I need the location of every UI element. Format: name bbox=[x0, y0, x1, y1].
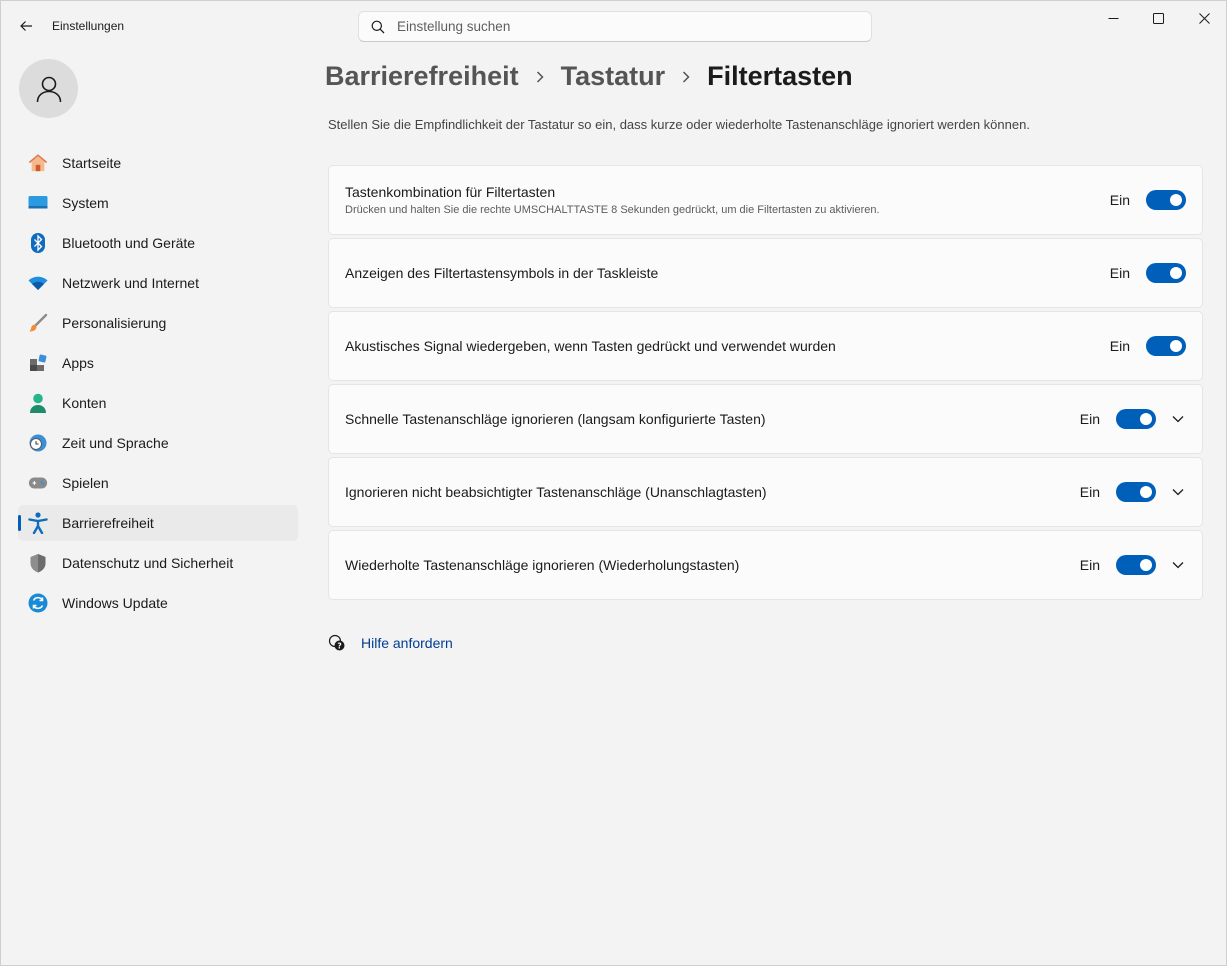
brush-icon bbox=[28, 313, 48, 333]
sidebar-item-datenschutz[interactable]: Datenschutz und Sicherheit bbox=[18, 545, 298, 581]
sidebar-item-label: Personalisierung bbox=[62, 315, 167, 331]
breadcrumb: Barrierefreiheit Tastatur Filtertasten bbox=[325, 61, 853, 92]
sidebar-item-label: Startseite bbox=[62, 155, 122, 171]
avatar[interactable] bbox=[19, 59, 78, 118]
sidebar-item-startseite[interactable]: Startseite bbox=[18, 145, 298, 181]
bluetooth-icon bbox=[28, 233, 48, 253]
breadcrumb-item-barrierefreiheit[interactable]: Barrierefreiheit bbox=[325, 61, 519, 92]
sidebar-item-konten[interactable]: Konten bbox=[18, 385, 298, 421]
breadcrumb-item-tastatur[interactable]: Tastatur bbox=[561, 61, 666, 92]
shield-icon bbox=[28, 553, 48, 573]
help-link[interactable]: ? Hilfe anfordern bbox=[328, 634, 453, 652]
settings-list: Tastenkombination für Filtertasten Drück… bbox=[328, 165, 1203, 603]
sidebar-item-label: System bbox=[62, 195, 109, 211]
setting-card-bounce-keys[interactable]: Ignorieren nicht beabsichtigter Tastenan… bbox=[328, 457, 1203, 527]
sidebar-item-label: Netzwerk und Internet bbox=[62, 275, 199, 291]
toggle-switch[interactable] bbox=[1116, 555, 1156, 575]
sidebar-item-label: Barrierefreiheit bbox=[62, 515, 154, 531]
toggle-state-label: Ein bbox=[1079, 411, 1100, 427]
clock-globe-icon bbox=[28, 433, 48, 453]
toggle-state-label: Ein bbox=[1079, 484, 1100, 500]
maximize-icon bbox=[1152, 12, 1164, 24]
setting-title: Wiederholte Tastenanschläge ignorieren (… bbox=[345, 557, 740, 573]
maximize-button[interactable] bbox=[1135, 1, 1181, 35]
gamepad-icon bbox=[28, 473, 48, 493]
setting-card-slow-keys[interactable]: Schnelle Tastenanschläge ignorieren (lan… bbox=[328, 384, 1203, 454]
setting-card-repeat-keys[interactable]: Wiederholte Tastenanschläge ignorieren (… bbox=[328, 530, 1203, 600]
setting-title: Anzeigen des Filtertastensymbols in der … bbox=[345, 265, 659, 281]
sidebar-item-label: Apps bbox=[62, 355, 94, 371]
setting-title: Ignorieren nicht beabsichtigter Tastenan… bbox=[345, 484, 767, 500]
minimize-icon bbox=[1108, 17, 1118, 19]
account-icon bbox=[28, 393, 48, 413]
sidebar-item-apps[interactable]: Apps bbox=[18, 345, 298, 381]
sidebar-item-personalisierung[interactable]: Personalisierung bbox=[18, 305, 298, 341]
sidebar-item-label: Spielen bbox=[62, 475, 109, 491]
toggle-state-label: Ein bbox=[1109, 338, 1130, 354]
chevron-down-icon[interactable] bbox=[1170, 557, 1186, 573]
toggle-switch[interactable] bbox=[1146, 263, 1186, 283]
setting-title: Tastenkombination für Filtertasten bbox=[345, 184, 556, 200]
home-icon bbox=[28, 153, 48, 173]
sidebar-nav: Startseite System Bluetooth und Geräte N… bbox=[18, 145, 298, 625]
sidebar-item-windows-update[interactable]: Windows Update bbox=[18, 585, 298, 621]
toggle-state-label: Ein bbox=[1109, 192, 1130, 208]
toggle-switch[interactable] bbox=[1146, 336, 1186, 356]
sidebar-item-system[interactable]: System bbox=[18, 185, 298, 221]
toggle-state-label: Ein bbox=[1109, 265, 1130, 281]
sidebar-item-label: Windows Update bbox=[62, 595, 168, 611]
settings-window: Einstellungen Einstellung suchen Startse… bbox=[0, 0, 1227, 966]
svg-text:?: ? bbox=[337, 641, 341, 650]
sidebar-item-barrierefreiheit[interactable]: Barrierefreiheit bbox=[18, 505, 298, 541]
page-description: Stellen Sie die Empfindlichkeit der Tast… bbox=[328, 117, 1030, 132]
apps-icon bbox=[28, 353, 48, 373]
sidebar-item-label: Konten bbox=[62, 395, 107, 411]
app-title: Einstellungen bbox=[52, 19, 125, 33]
search-box[interactable] bbox=[358, 11, 872, 42]
search-icon bbox=[371, 20, 385, 33]
back-button[interactable] bbox=[11, 11, 41, 41]
sidebar-item-label: Bluetooth und Geräte bbox=[62, 235, 196, 251]
chevron-down-icon[interactable] bbox=[1170, 484, 1186, 500]
sidebar-item-spielen[interactable]: Spielen bbox=[18, 465, 298, 501]
close-button[interactable] bbox=[1181, 1, 1227, 35]
help-chat-icon: ? bbox=[328, 634, 345, 651]
setting-title: Schnelle Tastenanschläge ignorieren (lan… bbox=[345, 411, 766, 427]
search-input[interactable] bbox=[397, 19, 837, 34]
chevron-right-icon bbox=[535, 70, 545, 84]
close-icon bbox=[1198, 12, 1210, 24]
back-arrow-icon bbox=[20, 21, 32, 31]
toggle-state-label: Ein bbox=[1079, 557, 1100, 573]
setting-card-shortcut: Tastenkombination für Filtertasten Drück… bbox=[328, 165, 1203, 235]
setting-card-sound: Akustisches Signal wiedergeben, wenn Tas… bbox=[328, 311, 1203, 381]
toggle-switch[interactable] bbox=[1116, 409, 1156, 429]
system-icon bbox=[28, 193, 48, 213]
sidebar-item-bluetooth[interactable]: Bluetooth und Geräte bbox=[18, 225, 298, 261]
setting-card-taskbar-icon: Anzeigen des Filtertastensymbols in der … bbox=[328, 238, 1203, 308]
chevron-down-icon[interactable] bbox=[1170, 411, 1186, 427]
page-title: Filtertasten bbox=[707, 61, 853, 91]
title-bar: Einstellungen bbox=[1, 1, 1226, 49]
toggle-switch[interactable] bbox=[1116, 482, 1156, 502]
help-link-label: Hilfe anfordern bbox=[361, 635, 453, 651]
chevron-right-icon bbox=[681, 70, 691, 84]
update-icon bbox=[28, 593, 48, 613]
minimize-button[interactable] bbox=[1090, 1, 1136, 35]
sidebar-item-label: Zeit und Sprache bbox=[62, 435, 169, 451]
toggle-switch[interactable] bbox=[1146, 190, 1186, 210]
sidebar-item-zeit-sprache[interactable]: Zeit und Sprache bbox=[18, 425, 298, 461]
setting-subtitle: Drücken und halten Sie die rechte UMSCHA… bbox=[345, 204, 880, 216]
wifi-icon bbox=[28, 273, 48, 293]
sidebar-item-netzwerk[interactable]: Netzwerk und Internet bbox=[18, 265, 298, 301]
user-icon bbox=[36, 76, 61, 102]
accessibility-icon bbox=[28, 512, 48, 534]
setting-title: Akustisches Signal wiedergeben, wenn Tas… bbox=[345, 338, 836, 354]
sidebar-item-label: Datenschutz und Sicherheit bbox=[62, 555, 234, 571]
